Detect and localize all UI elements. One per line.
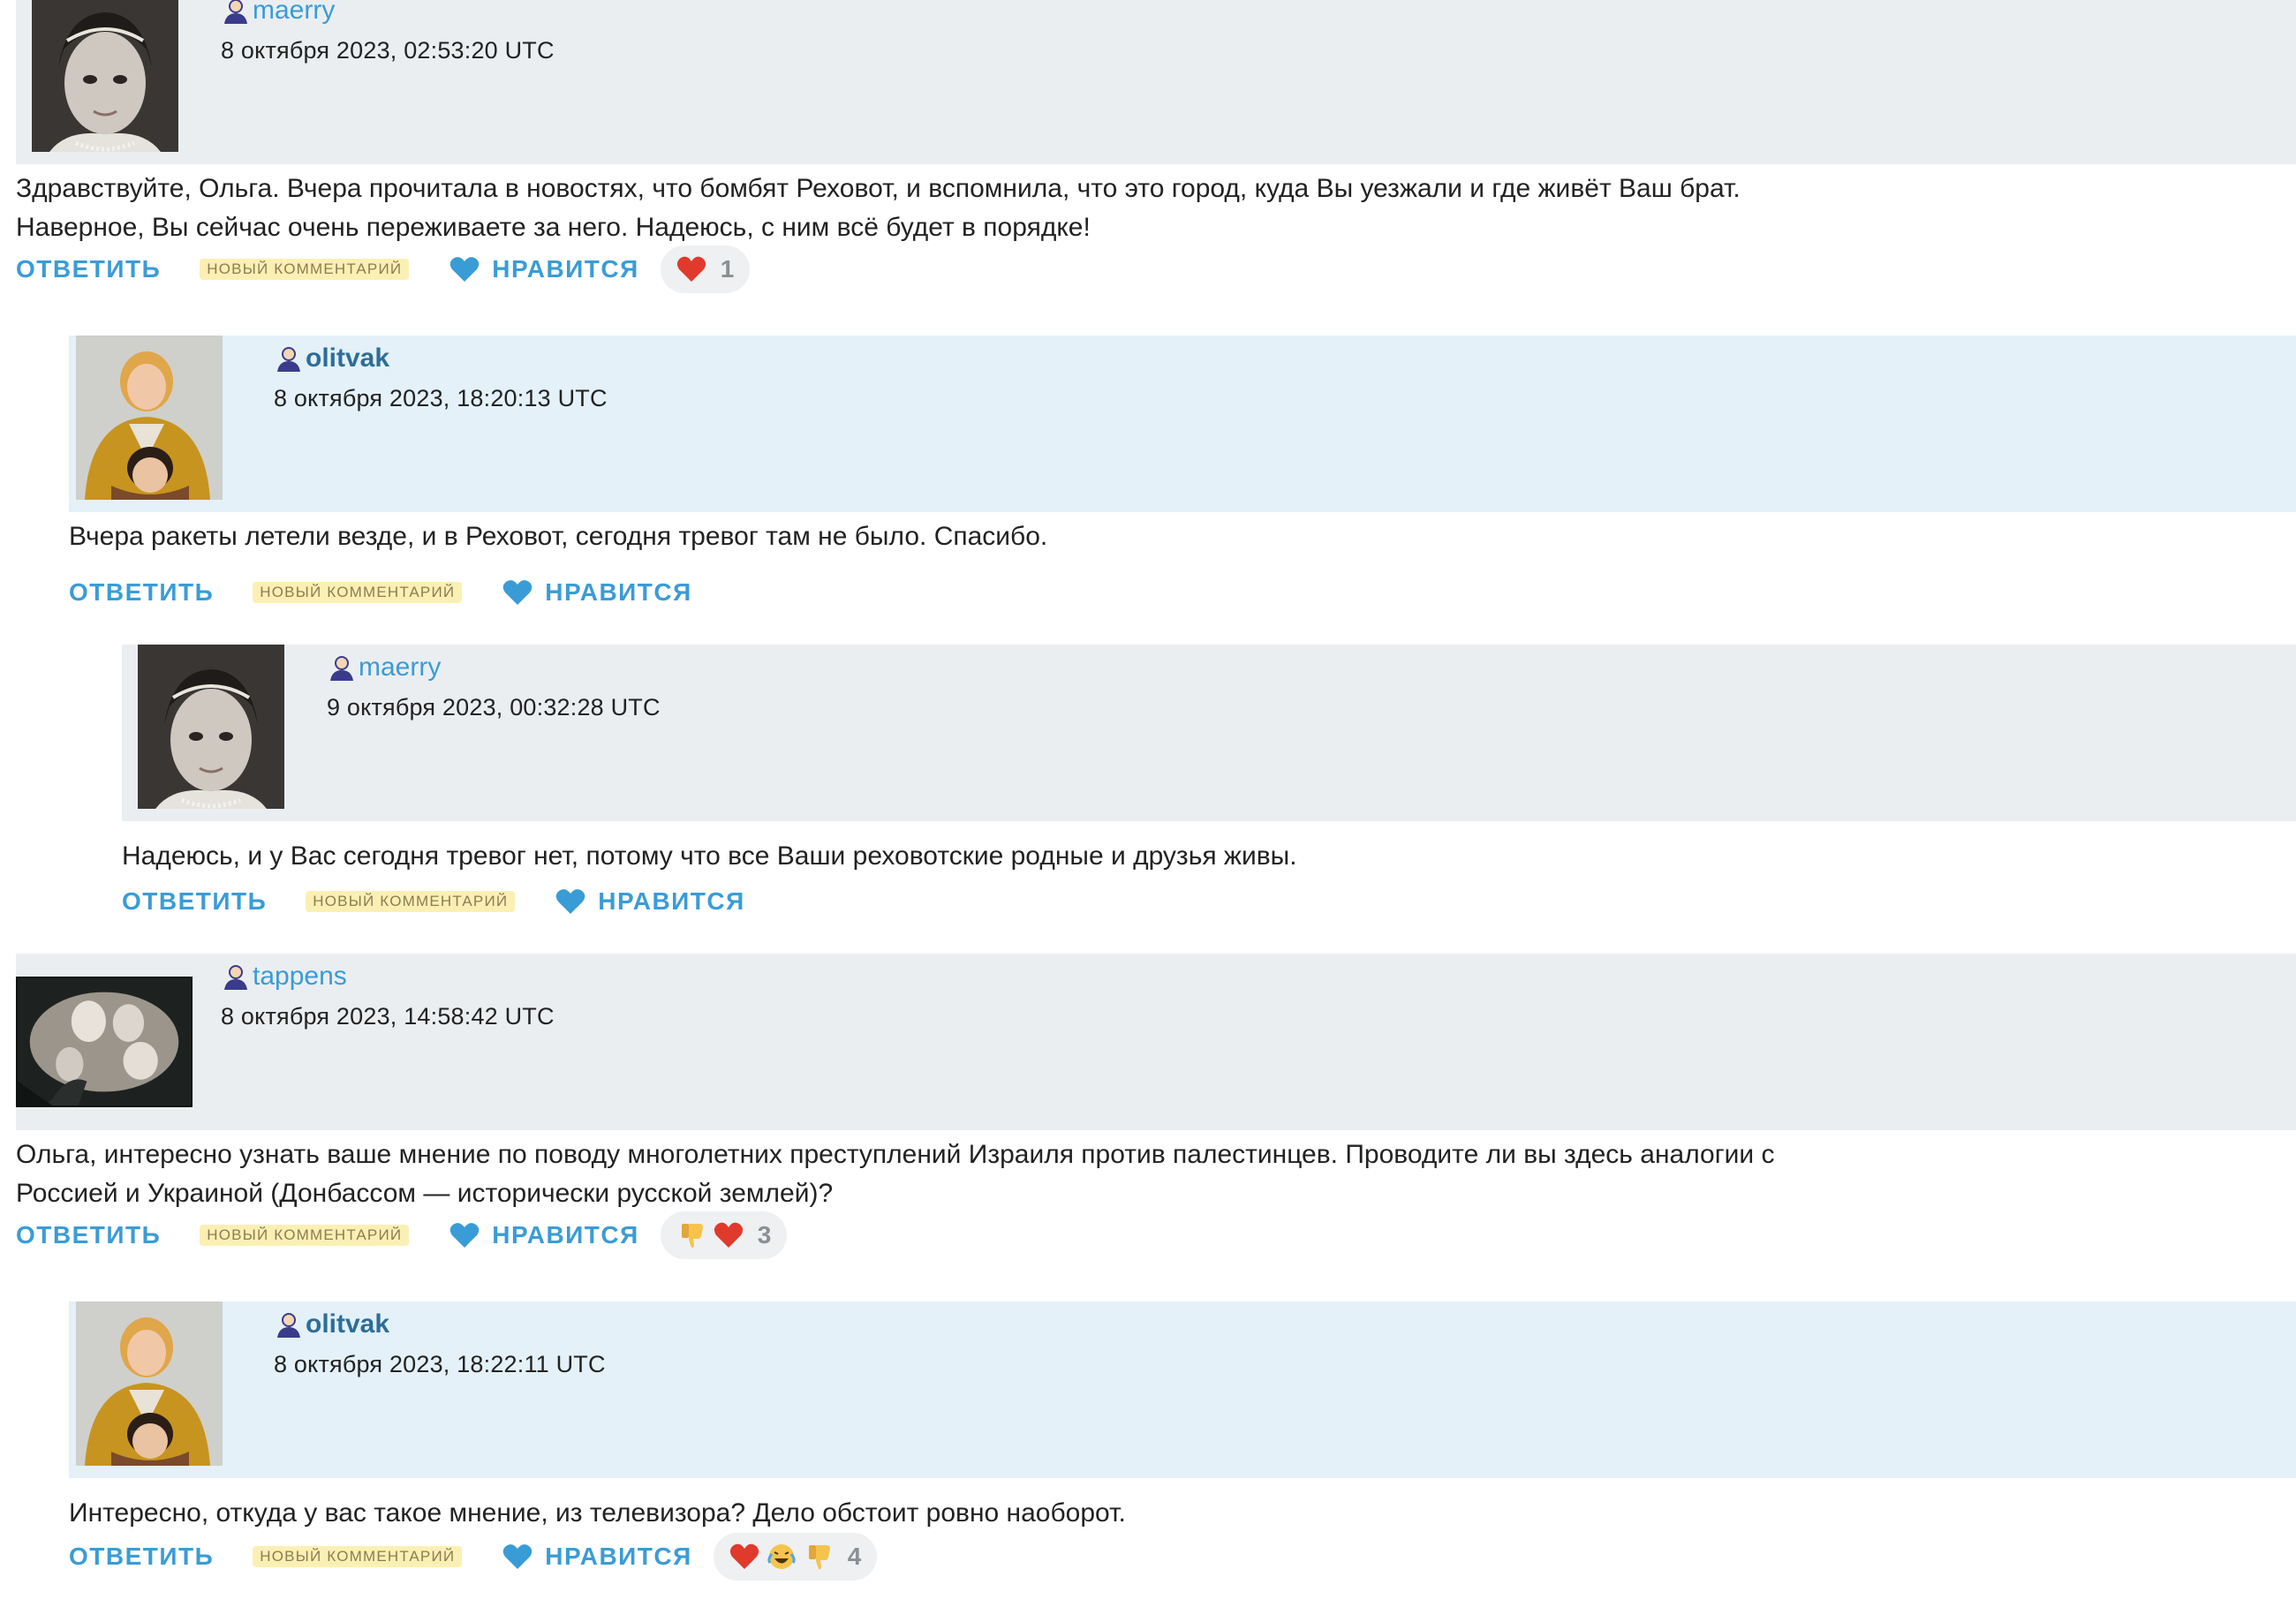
new-comment-badge: Новый комментарий bbox=[253, 1546, 463, 1567]
avatar[interactable] bbox=[76, 336, 223, 500]
username-link[interactable]: olitvak bbox=[306, 1309, 389, 1339]
comment-text: Вчера ракеты летели везде, и в Реховот, … bbox=[69, 522, 1048, 551]
comment-actions: Ответить Новый комментарий Нравится 3 bbox=[16, 1211, 788, 1259]
like-label: Нравится bbox=[545, 578, 692, 606]
comment: tappens 8 октября 2023, 14:58:42 UTC Оль… bbox=[16, 954, 2296, 1259]
user-icon bbox=[274, 343, 304, 373]
heart-icon bbox=[449, 256, 480, 283]
reply-button[interactable]: Ответить bbox=[122, 887, 267, 916]
user-icon bbox=[221, 0, 251, 26]
comment-actions: Ответить Новый комментарий Нравится bbox=[69, 570, 692, 615]
comment-date: 9 октября 2023, 00:32:28 UTC bbox=[327, 694, 661, 721]
reaction-count: 4 bbox=[847, 1543, 862, 1570]
reaction-count: 3 bbox=[757, 1221, 772, 1249]
like-label: Нравится bbox=[598, 887, 745, 915]
like-label: Нравится bbox=[492, 1221, 639, 1249]
comment-header: maerry 8 октября 2023, 02:53:20 UTC bbox=[16, 0, 2296, 164]
comment: maerry 9 октября 2023, 00:32:28 UTC Наде… bbox=[122, 645, 2296, 915]
like-label: Нравится bbox=[492, 255, 639, 283]
user-icon bbox=[221, 962, 251, 992]
comment-text: Ольга, интересно узнать ваше мнение по п… bbox=[16, 1140, 1775, 1208]
username-line: maerry bbox=[221, 0, 335, 26]
like-button[interactable]: Нравится bbox=[555, 887, 744, 916]
thumbs-down-icon bbox=[676, 1220, 706, 1250]
comment-actions: Ответить Новый комментарий Нравится 4 bbox=[69, 1533, 878, 1581]
heart-icon bbox=[714, 1220, 744, 1250]
comment: olitvak 8 октября 2023, 18:22:11 UTC Инт… bbox=[69, 1301, 2296, 1581]
username-link[interactable]: maerry bbox=[359, 653, 441, 683]
comment-date: 8 октября 2023, 02:53:20 UTC bbox=[221, 37, 555, 64]
thumbs-down-icon bbox=[804, 1542, 834, 1572]
username-line: olitvak bbox=[274, 1309, 389, 1340]
heart-icon bbox=[502, 1543, 532, 1570]
reply-button[interactable]: Ответить bbox=[16, 1221, 161, 1249]
username-link[interactable]: olitvak bbox=[306, 343, 389, 373]
reply-button[interactable]: Ответить bbox=[69, 578, 214, 607]
like-button[interactable]: Нравится bbox=[502, 578, 691, 607]
like-button[interactable]: Нравится bbox=[449, 255, 638, 283]
new-comment-badge: Новый комментарий bbox=[200, 259, 410, 280]
comment-text: Интересно, откуда у вас такое мнение, из… bbox=[69, 1498, 1126, 1528]
reply-button[interactable]: Ответить bbox=[16, 255, 161, 283]
user-icon bbox=[274, 1309, 304, 1339]
like-label: Нравится bbox=[545, 1543, 692, 1570]
new-comment-badge: Новый комментарий bbox=[253, 582, 463, 603]
comment-text: Надеюсь, и у Вас сегодня тревог нет, пот… bbox=[122, 841, 1297, 871]
heart-icon bbox=[676, 254, 706, 284]
comment-header: tappens 8 октября 2023, 14:58:42 UTC bbox=[16, 954, 2296, 1130]
avatar[interactable] bbox=[32, 0, 178, 152]
laughing-crying-icon bbox=[767, 1542, 797, 1572]
comment-actions: Ответить Новый комментарий Нравится bbox=[122, 879, 745, 924]
username-link[interactable]: maerry bbox=[253, 0, 335, 26]
comment-header: olitvak 8 октября 2023, 18:22:11 UTC bbox=[69, 1301, 2296, 1478]
like-button[interactable]: Нравится bbox=[502, 1543, 691, 1571]
heart-icon bbox=[555, 888, 585, 915]
username-line: tappens bbox=[221, 961, 347, 992]
comment-header: maerry 9 октября 2023, 00:32:28 UTC bbox=[122, 645, 2296, 821]
comments-thread: maerry 8 октября 2023, 02:53:20 UTC Здра… bbox=[0, 0, 2296, 1607]
reactions-pill[interactable]: 3 bbox=[660, 1211, 788, 1259]
heart-icon bbox=[729, 1542, 759, 1572]
user-icon bbox=[327, 653, 357, 683]
comment: olitvak 8 октября 2023, 18:20:13 UTC Вче… bbox=[69, 336, 2296, 606]
reply-button[interactable]: Ответить bbox=[69, 1543, 214, 1571]
heart-icon bbox=[502, 579, 532, 606]
comment-text: Здравствуйте, Ольга. Вчера прочитала в н… bbox=[16, 174, 1741, 242]
avatar[interactable] bbox=[138, 645, 284, 809]
username-line: maerry bbox=[327, 652, 441, 683]
comment: maerry 8 октября 2023, 02:53:20 UTC Здра… bbox=[16, 0, 2296, 293]
comment-date: 8 октября 2023, 18:22:11 UTC bbox=[274, 1351, 606, 1377]
username-line: olitvak bbox=[274, 343, 389, 374]
comment-header: olitvak 8 октября 2023, 18:20:13 UTC bbox=[69, 336, 2296, 512]
avatar[interactable] bbox=[16, 977, 193, 1107]
heart-icon bbox=[449, 1222, 480, 1249]
like-button[interactable]: Нравится bbox=[449, 1221, 638, 1249]
reaction-count: 1 bbox=[720, 255, 735, 283]
comment-date: 8 октября 2023, 18:20:13 UTC bbox=[274, 385, 608, 411]
comment-date: 8 октября 2023, 14:58:42 UTC bbox=[221, 1003, 555, 1030]
comment-actions: Ответить Новый комментарий Нравится 1 bbox=[16, 245, 751, 293]
username-link[interactable]: tappens bbox=[253, 962, 347, 992]
new-comment-badge: Новый комментарий bbox=[306, 891, 516, 912]
new-comment-badge: Новый комментарий bbox=[200, 1225, 410, 1246]
avatar[interactable] bbox=[76, 1301, 223, 1466]
reactions-pill[interactable]: 1 bbox=[660, 245, 751, 293]
reactions-pill[interactable]: 4 bbox=[713, 1533, 878, 1581]
